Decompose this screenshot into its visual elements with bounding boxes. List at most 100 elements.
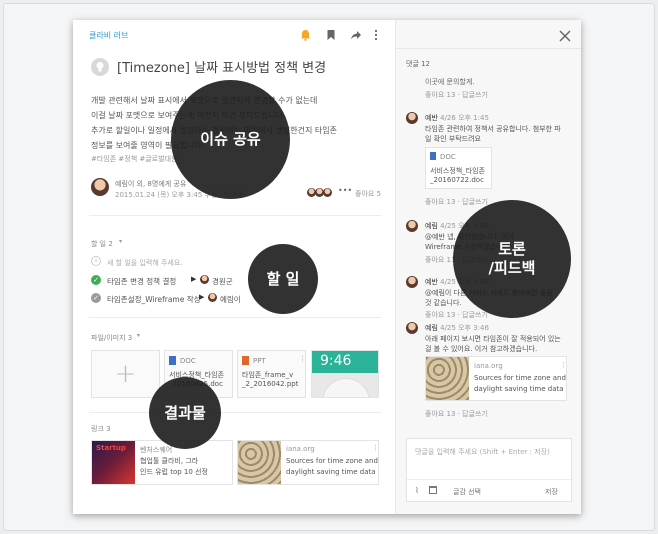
- comment-author: 예반: [425, 114, 438, 122]
- comment-date: 4/26 오후 1:45: [440, 114, 489, 122]
- discussion-overlay-line: 토론: [498, 240, 526, 259]
- comment-link-card[interactable]: iana.org ⋮ Sources for time zone and day…: [425, 356, 567, 401]
- doc-file-icon: [169, 356, 176, 365]
- workspace-name[interactable]: 클라비 러브: [89, 30, 128, 41]
- add-file-button[interactable]: +: [91, 350, 160, 398]
- comment-header: 예반 4/26 오후 1:45: [425, 113, 489, 123]
- clock-time: 9:46: [320, 353, 352, 369]
- todo-text[interactable]: 타임존설정_Wireframe 작성: [107, 294, 201, 305]
- link-thumbnail: [238, 441, 281, 484]
- comment-avatar[interactable]: [406, 112, 418, 124]
- link-site: iana.org: [286, 445, 315, 453]
- todo-checked-icon[interactable]: ✓: [91, 293, 101, 303]
- attach-icon[interactable]: ⌇: [415, 486, 419, 495]
- assign-arrow-icon: ▶: [191, 275, 197, 283]
- more-vertical-icon[interactable]: ⋮: [372, 444, 379, 452]
- discussion-overlay-line: /피드백: [488, 259, 536, 277]
- file-tile[interactable]: PPT ⋮ 타임존_frame_v _2_2016042.ppt: [237, 350, 306, 398]
- comment-text: 걸 볼 수 있어요. 이거 참고하겠습니다.: [425, 345, 538, 353]
- link-title: daylight saving time data: [286, 468, 376, 476]
- todo-assignee: 예림이: [220, 295, 241, 304]
- comment-text: 일 확인 부탁드려요: [425, 135, 481, 143]
- divider: [89, 317, 381, 318]
- links-section-header: 링크 3: [91, 425, 111, 433]
- comment-meta[interactable]: 좋아요 13 · 답글쓰기: [425, 310, 488, 320]
- bookmark-icon[interactable]: [326, 29, 336, 41]
- chevron-down-icon[interactable]: ▾: [119, 238, 122, 245]
- save-button[interactable]: 저장: [545, 487, 558, 497]
- link-card[interactable]: Startup 벤처스퀘어 협업툴 클라비, 그라 인드 유럽 top 10 선…: [91, 440, 233, 485]
- image-tile[interactable]: 9:46: [311, 350, 379, 398]
- todo-text[interactable]: 타임존 변경 정책 결정: [107, 276, 176, 287]
- clock-face: [322, 378, 370, 397]
- post-tags[interactable]: #타임존 #정책 #글로벌대응: [91, 154, 177, 164]
- author-line: 예림이 외, 8명에게 공유: [115, 180, 187, 188]
- link-title: daylight saving time data: [474, 385, 564, 393]
- issue-overlay-label: 이슈 공유: [171, 80, 290, 199]
- link-title: 협업툴 클라비, 그라: [140, 457, 199, 465]
- file-name: _2_2016042.ppt: [242, 380, 299, 388]
- new-todo-input[interactable]: 새 할 일을 입력해 주세요.: [107, 258, 183, 268]
- like-count[interactable]: 좋아요 5: [355, 189, 381, 199]
- comment-author: 예림: [425, 222, 438, 230]
- comment-text: 타임존 관련하여 정책서 공유합니다. 첨부한 파: [425, 125, 561, 133]
- comment-file-tile[interactable]: DOC 서비스정책_타임존 _20160722.doc: [425, 147, 492, 189]
- more-avatars-icon[interactable]: •••: [338, 186, 352, 195]
- divider: [407, 479, 571, 480]
- link-site: 벤처스퀘어: [140, 446, 173, 454]
- link-title: 인드 유럽 top 10 선정: [140, 468, 208, 476]
- comment-avatar[interactable]: [406, 276, 418, 288]
- comment-header: 예림 4/25 오후 3:46: [425, 323, 489, 333]
- comment-count: 댓글 12: [406, 60, 431, 68]
- assignee-avatar: [208, 293, 217, 302]
- todo-overlay-label: 할 일: [248, 244, 318, 314]
- comment-text: 것 같습니다.: [425, 299, 462, 307]
- ppt-file-icon: [242, 356, 249, 365]
- calendar-icon[interactable]: [429, 486, 437, 494]
- comment-meta[interactable]: 좋아요 13 · 답글쓰기: [425, 409, 488, 419]
- file-type: DOC: [180, 357, 196, 365]
- divider: [89, 412, 381, 413]
- chevron-down-icon[interactable]: ▾: [137, 332, 140, 339]
- divider: [89, 215, 381, 216]
- file-name: 타임존_frame_v: [242, 371, 294, 379]
- shared-avatar[interactable]: [323, 188, 332, 197]
- comment-meta[interactable]: 좋아요 13 · 답글쓰기: [425, 197, 488, 207]
- share-icon[interactable]: [350, 30, 362, 40]
- option-select[interactable]: 글감 선택: [453, 487, 481, 497]
- link-card[interactable]: iana.org ⋮ Sources for time zone and day…: [237, 440, 379, 485]
- assign-arrow-icon: ▶: [199, 293, 205, 301]
- todo-section-header: 할 일 2: [91, 240, 113, 248]
- divider: [396, 48, 581, 49]
- file-name: _20160722.doc: [430, 176, 484, 184]
- close-icon[interactable]: [559, 30, 571, 42]
- comment-text: 아래 페이지 보시면 타임존이 잘 적용되어 있는: [425, 335, 561, 343]
- link-site: iana.org: [474, 362, 503, 370]
- comment-date: 4/25 오후 3:46: [440, 324, 489, 332]
- comment-input[interactable]: 댓글을 입력해 주세요 (Shift + Enter : 저장): [415, 447, 550, 457]
- todo-checked-icon[interactable]: ✓: [91, 275, 101, 285]
- comment-author: 예림: [425, 324, 438, 332]
- comment-meta[interactable]: 좋아요 13 · 답글쓰기: [425, 90, 488, 100]
- add-todo-icon: +: [91, 256, 101, 266]
- more-vertical-icon[interactable]: ⋮: [299, 355, 306, 363]
- author-avatar[interactable]: [91, 178, 109, 196]
- thumbnail-text: Startup: [96, 444, 126, 452]
- comment-text: 이곳에 문의할게.: [425, 78, 475, 86]
- comment-avatar[interactable]: [406, 322, 418, 334]
- more-vertical-icon[interactable]: ⋮: [560, 361, 567, 369]
- file-type: DOC: [440, 153, 456, 161]
- discussion-overlay-label: 토론 /피드백: [453, 200, 571, 318]
- link-thumbnail: [426, 357, 469, 400]
- comment-avatar[interactable]: [406, 220, 418, 232]
- link-title: Sources for time zone and: [474, 374, 566, 382]
- comment-author: 예반: [425, 278, 438, 286]
- bell-icon[interactable]: [300, 29, 311, 41]
- assignee-avatar: [200, 275, 209, 284]
- file-name: 서비스정책_타임존: [430, 167, 486, 175]
- post-title: [Timezone] 날짜 표시방법 정책 변경: [117, 61, 327, 76]
- file-type: PPT: [253, 357, 266, 365]
- more-vertical-icon[interactable]: [374, 29, 378, 41]
- link-title: Sources for time zone and: [286, 457, 378, 465]
- comment-composer: 댓글을 입력해 주세요 (Shift + Enter : 저장) ⌇ 글감 선택…: [406, 438, 572, 502]
